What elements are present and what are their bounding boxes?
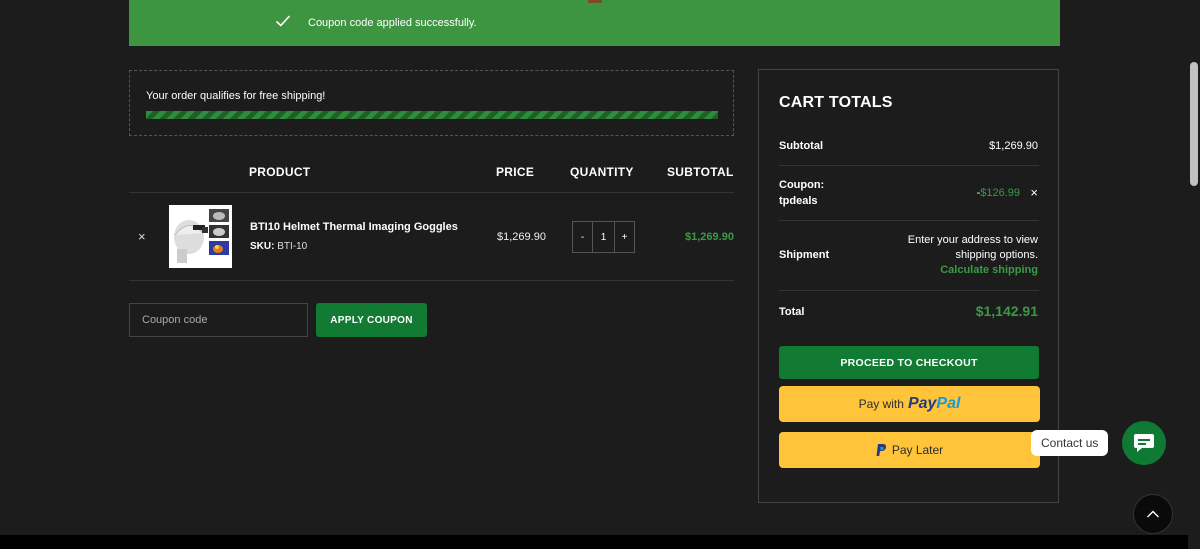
coupon-code: tpdeals [779,195,818,207]
subtotal-label: Subtotal [779,140,823,152]
header-price: PRICE [496,165,535,179]
quantity-stepper: - 1 + [572,221,635,253]
cart-totals-title: CART TOTALS [779,94,893,111]
divider [129,280,734,281]
paypal-logo-pal: Pal [936,395,961,412]
sku-label: SKU: [250,241,275,252]
sku-value: BTI-10 [277,241,308,252]
divider [779,165,1039,166]
coupon-code-input[interactable] [129,303,308,337]
product-price: $1,269.90 [497,231,546,243]
free-shipping-text: Your order qualifies for free shipping! [146,90,326,102]
free-shipping-progress-bar [146,111,718,119]
total-label: Total [779,306,805,318]
paypal-icon [876,443,886,456]
free-shipping-notice: Your order qualifies for free shipping! [129,70,734,136]
shipment-label: Shipment [779,249,830,261]
header-subtotal: SUBTOTAL [667,165,734,179]
divider [779,290,1039,291]
check-icon [275,15,291,27]
header-quantity: QUANTITY [570,165,634,179]
remove-coupon-button[interactable]: × [1030,185,1038,200]
back-to-top-button[interactable] [1133,494,1173,534]
paypal-logo-pay: Pay [907,395,937,412]
notice-message: Coupon code applied successfully. [308,17,477,29]
cart-totals-panel: CART TOTALS Subtotal $1,269.90 Coupon: t… [758,69,1059,503]
chevron-up-icon [1147,510,1159,518]
chat-icon [1134,434,1154,452]
divider [779,220,1039,221]
contact-us-label[interactable]: Contact us [1031,430,1109,456]
coupon-discount: -$126.99 [977,187,1020,199]
scrollbar-thumb[interactable] [1190,62,1198,186]
coupon-success-notice: Coupon code applied successfully. [129,0,1060,46]
shipment-text-2: shipping options. [955,249,1038,261]
product-image [169,205,232,268]
total-value: $1,142.91 [975,303,1038,319]
header-logo-fragment [588,0,602,3]
divider [129,192,734,193]
paypal-prefix: Pay with [858,397,904,411]
quantity-input[interactable]: 1 [592,222,615,252]
pay-later-button[interactable]: Pay Later [779,432,1040,468]
quantity-decrease-button[interactable]: - [573,222,592,252]
remove-item-button[interactable]: × [138,229,146,244]
coupon-label: Coupon: [779,179,825,191]
pay-later-label: Pay Later [891,443,944,457]
product-sku: SKU: BTI-10 [250,241,307,252]
contact-chat-button[interactable] [1122,421,1166,465]
shipment-text-1: Enter your address to view [907,234,1038,246]
apply-coupon-button[interactable]: APPLY COUPON [316,303,427,337]
header-product: PRODUCT [249,165,311,179]
product-name-link[interactable]: BTI10 Helmet Thermal Imaging Goggles [250,221,458,233]
page-scrollbar[interactable] [1188,0,1200,549]
quantity-increase-button[interactable]: + [615,222,634,252]
subtotal-value: $1,269.90 [989,140,1038,152]
footer-edge [0,535,1188,549]
paypal-button[interactable]: Pay with Pay Pal [779,386,1040,422]
calculate-shipping-link[interactable]: Calculate shipping [940,264,1038,276]
product-thumbnail[interactable] [169,205,232,268]
coupon-discount-value: $126.99 [980,187,1020,199]
product-subtotal: $1,269.90 [685,231,734,243]
proceed-to-checkout-button[interactable]: PROCEED TO CHECKOUT [779,346,1039,379]
